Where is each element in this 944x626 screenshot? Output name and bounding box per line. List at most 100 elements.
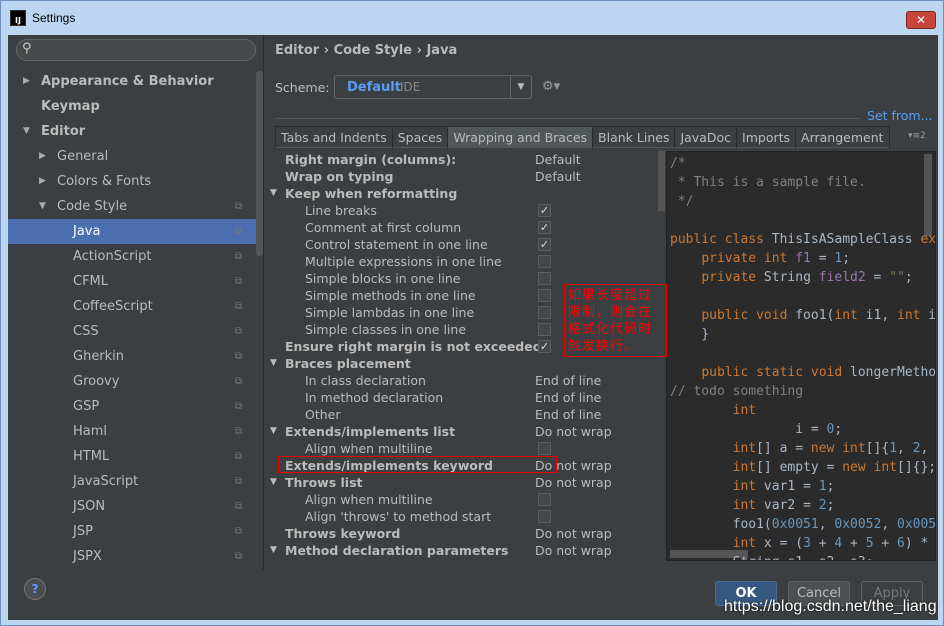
sidebar-item[interactable]: CSS ⧉ — [8, 319, 256, 344]
sidebar-item[interactable]: ActionScript ⧉ — [8, 244, 256, 269]
option-row[interactable]: Other End of line — [266, 406, 666, 423]
tab-tabs-and-indents[interactable]: Tabs and Indents — [275, 126, 393, 148]
option-row[interactable]: ▼ Keep when reformatting — [266, 185, 666, 202]
option-label: Braces placement — [285, 356, 411, 371]
chevron-right-icon[interactable]: ▶ — [39, 144, 46, 169]
option-checkbox[interactable] — [538, 510, 551, 523]
option-checkbox[interactable] — [538, 289, 551, 302]
sidebar-item[interactable]: JSP ⧉ — [8, 519, 256, 544]
tab-blank-lines[interactable]: Blank Lines — [592, 126, 676, 148]
set-from-link[interactable]: Set from... — [867, 108, 933, 123]
tab-wrapping-and-braces[interactable]: Wrapping and Braces — [447, 126, 594, 148]
option-checkbox[interactable]: ✓ — [538, 238, 551, 251]
option-value-select[interactable]: Do not wrap — [535, 423, 612, 440]
option-row[interactable]: Multiple expressions in one line — [266, 253, 666, 270]
option-checkbox[interactable]: ✓ — [538, 204, 551, 217]
sidebar-item[interactable]: Haml ⧉ — [8, 419, 256, 444]
search-input[interactable]: ⚲ — [16, 39, 256, 61]
option-row[interactable]: ▼ Braces placement — [266, 355, 666, 372]
tab-arrangement[interactable]: Arrangement — [795, 126, 890, 148]
option-value-select[interactable]: Do not wrap — [535, 542, 612, 559]
option-checkbox[interactable]: ✓ — [538, 340, 551, 353]
sidebar-item-label: JSON — [73, 499, 106, 514]
option-row[interactable]: Control statement in one line ✓ — [266, 236, 666, 253]
sidebar-item[interactable]: HTML ⧉ — [8, 444, 256, 469]
chevron-right-icon[interactable]: ▶ — [23, 69, 30, 94]
option-row[interactable]: ▼ Extends/implements list Do not wrap — [266, 423, 666, 440]
code-line: } — [670, 327, 710, 342]
options-scrollbar[interactable] — [658, 151, 665, 211]
option-label: Control statement in one line — [305, 237, 488, 252]
option-checkbox[interactable]: ✓ — [538, 221, 551, 234]
option-row[interactable]: Wrap on typing Default — [266, 168, 666, 185]
sidebar-scrollbar[interactable] — [256, 71, 263, 256]
sidebar-item[interactable]: Java ⧉ — [8, 219, 256, 244]
sidebar-item[interactable]: ▼ Code Style ⧉ — [8, 194, 256, 219]
sidebar-item-label: Groovy — [73, 374, 120, 389]
sidebar-item-label: JSPX — [73, 549, 102, 564]
chevron-down-icon[interactable]: ▼ — [270, 542, 277, 559]
sidebar-item[interactable]: Groovy ⧉ — [8, 369, 256, 394]
help-button[interactable]: ? — [24, 578, 46, 600]
option-value-select[interactable]: Default — [535, 168, 581, 185]
option-row[interactable]: Throws keyword Do not wrap — [266, 525, 666, 542]
close-button[interactable]: ✕ — [906, 11, 936, 29]
option-value-select[interactable]: End of line — [535, 406, 601, 423]
option-row[interactable]: Line breaks ✓ — [266, 202, 666, 219]
sidebar-item[interactable]: ▶ General — [8, 144, 256, 169]
code-line: String s1, s2, s3; — [670, 553, 874, 560]
option-row[interactable]: Align when multiline — [266, 440, 666, 457]
tab-javadoc[interactable]: JavaDoc — [674, 126, 738, 148]
chevron-down-icon[interactable]: ▼ — [510, 76, 531, 98]
chevron-down-icon[interactable]: ▼ — [270, 185, 277, 202]
tab-spaces[interactable]: Spaces — [391, 126, 449, 148]
chevron-down-icon[interactable]: ▼ — [270, 474, 277, 491]
option-row[interactable]: Right margin (columns): Default — [266, 151, 666, 168]
option-row[interactable]: Align 'throws' to method start — [266, 508, 666, 525]
option-checkbox[interactable] — [538, 323, 551, 336]
option-row[interactable]: Align when multiline — [266, 491, 666, 508]
option-row[interactable]: In class declaration End of line — [266, 372, 666, 389]
tab-overflow-icon[interactable]: ▾≡2 — [908, 131, 926, 141]
option-checkbox[interactable] — [538, 442, 551, 455]
chevron-right-icon[interactable]: ▶ — [39, 169, 46, 194]
option-row[interactable]: ▼ Method declaration parameters Do not wra… — [266, 542, 666, 559]
option-value-select[interactable]: Default — [535, 151, 581, 168]
sidebar-item[interactable]: CFML ⧉ — [8, 269, 256, 294]
option-value-select[interactable]: End of line — [535, 372, 601, 389]
sidebar-item[interactable]: ▶ Appearance & Behavior — [8, 69, 256, 94]
copy-icon: ⧉ — [234, 301, 242, 312]
scheme-select[interactable]: Default IDE ▼ — [334, 75, 532, 99]
code-line: int var2 = 2; — [732, 498, 835, 513]
sidebar-item[interactable]: ▼ Editor — [8, 119, 256, 144]
chevron-down-icon[interactable]: ▼ — [23, 119, 30, 144]
sidebar-item[interactable]: Gherkin ⧉ — [8, 344, 256, 369]
chevron-down-icon[interactable]: ▼ — [270, 355, 277, 372]
preview-vscrollbar[interactable] — [924, 154, 932, 236]
sidebar-item[interactable]: ▶ Colors & Fonts — [8, 169, 256, 194]
code-line: public class ThisIsASampleClass extends — [670, 232, 936, 247]
option-label: Simple lambdas in one line — [305, 305, 475, 320]
sidebar-item[interactable]: GSP ⧉ — [8, 394, 256, 419]
option-checkbox[interactable] — [538, 255, 551, 268]
option-row[interactable]: In method declaration End of line — [266, 389, 666, 406]
option-value-select[interactable]: Do not wrap — [535, 525, 612, 542]
gear-icon[interactable]: ⚙▾ — [542, 79, 560, 94]
option-checkbox[interactable] — [538, 493, 551, 506]
chevron-down-icon[interactable]: ▼ — [39, 194, 46, 219]
sidebar-item[interactable]: JSPX ⧉ — [8, 544, 256, 569]
sidebar-item[interactable]: JavaScript ⧉ — [8, 469, 256, 494]
option-value-select[interactable]: End of line — [535, 389, 601, 406]
sidebar-item[interactable]: JSON ⧉ — [8, 494, 256, 519]
option-label: Method declaration parameters — [285, 543, 509, 558]
option-checkbox[interactable] — [538, 306, 551, 319]
copy-icon: ⧉ — [234, 276, 242, 287]
sidebar-item[interactable]: Keymap — [8, 94, 256, 119]
option-row[interactable]: Comment at first column ✓ — [266, 219, 666, 236]
sidebar-item[interactable]: CoffeeScript ⧉ — [8, 294, 256, 319]
chevron-down-icon[interactable]: ▼ — [270, 423, 277, 440]
option-value-select[interactable]: Do not wrap — [535, 474, 612, 491]
option-row[interactable]: ▼ Throws list Do not wrap — [266, 474, 666, 491]
tab-imports[interactable]: Imports — [736, 126, 797, 148]
option-checkbox[interactable] — [538, 272, 551, 285]
